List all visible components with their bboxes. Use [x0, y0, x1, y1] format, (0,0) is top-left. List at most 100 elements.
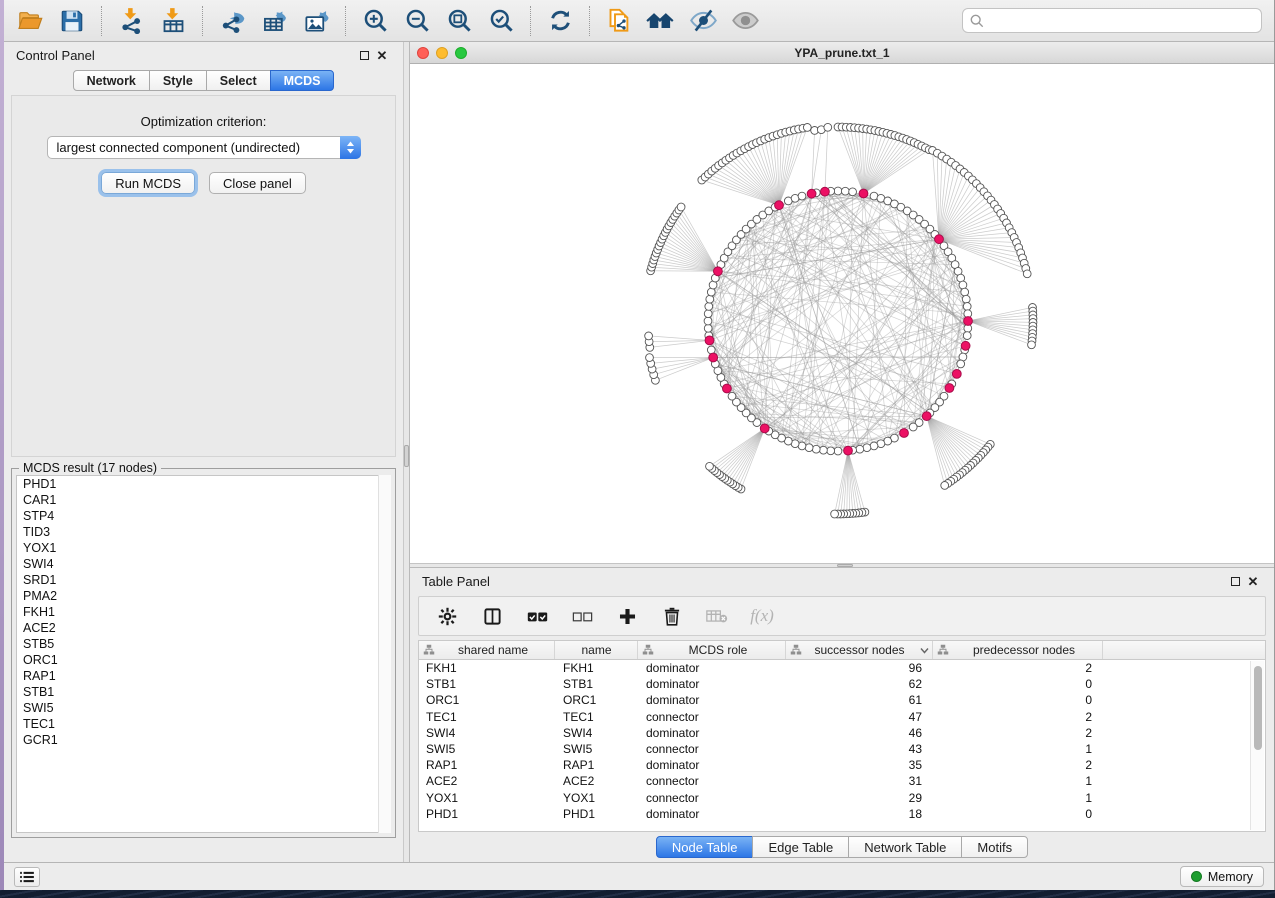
mcds-result-item[interactable]: RAP1 [17, 668, 390, 684]
table-scrollbar[interactable] [1250, 661, 1264, 830]
network-node[interactable] [827, 447, 835, 455]
network-node[interactable] [834, 187, 842, 195]
save-session-icon[interactable] [54, 4, 90, 38]
network-node[interactable] [704, 317, 712, 325]
network-node[interactable] [705, 303, 713, 311]
network-node[interactable] [870, 442, 878, 450]
table-row[interactable]: ORC1ORC1dominator610 [419, 692, 1265, 708]
mcds-hub-node[interactable] [859, 189, 868, 198]
mcds-result-item[interactable]: STP4 [17, 508, 390, 524]
network-node[interactable] [706, 295, 714, 303]
network-window-titlebar[interactable]: YPA_prune.txt_1 [410, 42, 1274, 64]
memory-button[interactable]: Memory [1180, 866, 1264, 887]
tab-network-table[interactable]: Network Table [848, 836, 962, 858]
network-node[interactable] [856, 445, 864, 453]
zoom-out-icon[interactable] [399, 4, 435, 38]
table-row[interactable]: TEC1TEC1connector472 [419, 709, 1265, 725]
network-node[interactable] [963, 332, 971, 340]
delete-column-icon[interactable] [661, 605, 683, 627]
network-canvas[interactable] [410, 64, 1274, 563]
network-node[interactable] [1023, 270, 1031, 278]
mcds-hub-node[interactable] [945, 384, 954, 393]
deselect-all-icon[interactable] [571, 605, 593, 627]
sort-chevron-icon[interactable] [920, 647, 929, 654]
export-network-icon[interactable] [214, 4, 250, 38]
tab-network[interactable]: Network [73, 70, 150, 91]
show-graphics-details-icon[interactable] [727, 4, 763, 38]
tab-node-table[interactable]: Node Table [656, 836, 754, 858]
network-node[interactable] [1028, 341, 1036, 349]
network-node[interactable] [812, 445, 820, 453]
splitter-handle[interactable] [837, 564, 853, 567]
run-mcds-button[interactable]: Run MCDS [101, 172, 195, 194]
zoom-selected-icon[interactable] [483, 4, 519, 38]
close-panel-button[interactable]: Close panel [209, 172, 306, 194]
network-node[interactable] [961, 288, 969, 296]
zoom-fit-icon[interactable] [441, 4, 477, 38]
network-node[interactable] [646, 354, 654, 362]
mcds-hub-node[interactable] [922, 412, 931, 421]
network-node[interactable] [957, 360, 965, 368]
mcds-hub-node[interactable] [964, 317, 973, 326]
mcds-hub-node[interactable] [807, 189, 816, 198]
mcds-result-item[interactable]: CAR1 [17, 492, 390, 508]
search-box[interactable] [962, 8, 1262, 33]
network-node[interactable] [941, 482, 949, 490]
apply-layout-refresh-icon[interactable] [542, 4, 578, 38]
mcds-result-item[interactable]: TEC1 [17, 716, 390, 732]
table-row[interactable]: RAP1RAP1dominator352 [419, 757, 1265, 773]
network-node[interactable] [909, 423, 917, 431]
optimization-criterion-select[interactable]: largest connected component (undirected) [47, 136, 361, 159]
add-column-icon[interactable] [616, 605, 638, 627]
mcds-result-item[interactable]: SWI4 [17, 556, 390, 572]
table-row[interactable]: FKH1FKH1dominator962 [419, 660, 1265, 676]
network-node[interactable] [841, 187, 849, 195]
mcds-result-item[interactable]: FKH1 [17, 604, 390, 620]
mcds-hub-node[interactable] [723, 384, 732, 393]
network-node[interactable] [803, 124, 811, 132]
table-row[interactable]: YOX1YOX1connector291 [419, 790, 1265, 806]
mcds-hub-node[interactable] [709, 353, 718, 362]
hide-graphics-details-icon[interactable] [685, 4, 721, 38]
table-mode-gear-icon[interactable] [436, 605, 458, 627]
close-panel-icon[interactable]: ✕ [373, 47, 391, 63]
column-header-successor-nodes[interactable]: successor nodes [786, 641, 933, 659]
table-row[interactable]: ACE2ACE2connector311 [419, 773, 1265, 789]
mcds-hub-node[interactable] [952, 370, 961, 379]
network-node[interactable] [863, 444, 871, 452]
mcds-result-item[interactable]: YOX1 [17, 540, 390, 556]
task-history-button[interactable] [14, 867, 40, 887]
open-session-icon[interactable] [12, 4, 48, 38]
column-header-name[interactable]: name [555, 641, 638, 659]
network-node[interactable] [704, 324, 712, 332]
network-node[interactable] [728, 392, 736, 400]
column-header-predecessor-nodes[interactable]: predecessor nodes [933, 641, 1103, 659]
mcds-hub-node[interactable] [775, 201, 784, 210]
mcds-hub-node[interactable] [935, 235, 944, 244]
mcds-result-item[interactable]: SRD1 [17, 572, 390, 588]
network-node[interactable] [959, 281, 967, 289]
network-node[interactable] [707, 346, 715, 354]
splitter-handle[interactable] [404, 445, 409, 467]
mcds-hub-node[interactable] [714, 267, 723, 276]
float-panel-icon[interactable] [355, 47, 373, 63]
network-node[interactable] [704, 310, 712, 318]
network-node[interactable] [707, 288, 715, 296]
network-node[interactable] [645, 332, 653, 340]
network-node[interactable] [706, 462, 714, 470]
export-table-icon[interactable] [256, 4, 292, 38]
float-panel-icon[interactable] [1226, 573, 1244, 589]
mcds-result-item[interactable]: ACE2 [17, 620, 390, 636]
clone-network-icon[interactable] [601, 4, 637, 38]
mcds-result-item[interactable]: PHD1 [17, 476, 390, 492]
network-node[interactable] [963, 303, 971, 311]
tab-select[interactable]: Select [206, 70, 271, 91]
network-node[interactable] [834, 447, 842, 455]
network-node[interactable] [831, 510, 839, 518]
zoom-in-icon[interactable] [357, 4, 393, 38]
table-row[interactable]: PHD1PHD1dominator180 [419, 806, 1265, 822]
table-row[interactable]: SWI5SWI5connector431 [419, 741, 1265, 757]
mcds-hub-node[interactable] [705, 336, 714, 345]
mcds-result-item[interactable]: STB5 [17, 636, 390, 652]
mcds-hub-node[interactable] [821, 187, 830, 196]
